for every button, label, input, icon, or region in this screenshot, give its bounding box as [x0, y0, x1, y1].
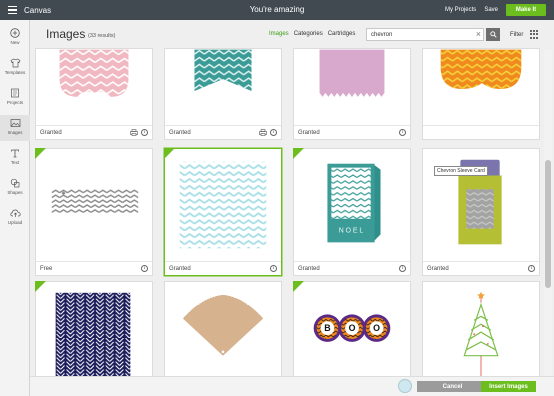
- card-image: [179, 161, 267, 249]
- insert-images-button[interactable]: Insert Images: [481, 381, 536, 392]
- make-it-button[interactable]: Make It: [506, 4, 546, 16]
- card-noel-text: N O E L: [339, 228, 364, 235]
- plus-circle-icon: [10, 28, 20, 38]
- boo-letter-b: B: [324, 323, 330, 333]
- sidebar-item-label: Projects: [6, 100, 24, 105]
- info-icon[interactable]: i: [141, 129, 148, 136]
- image-grid: Granted i Granted i Granted i Free i Gra…: [30, 48, 540, 393]
- image-card-selected[interactable]: Granted i: [164, 148, 282, 276]
- filter-button[interactable]: Filter: [510, 32, 523, 38]
- sidebar-item-label: Upload: [7, 220, 23, 225]
- image-card[interactable]: Free i: [35, 148, 153, 276]
- card-image: [59, 49, 129, 97]
- card-image: [194, 49, 252, 91]
- image-card[interactable]: Granted i: [293, 48, 411, 140]
- sidebar-item-new[interactable]: New: [0, 28, 30, 45]
- search-value: chevron: [371, 32, 393, 38]
- save-link[interactable]: Save: [484, 7, 498, 13]
- card-image: [319, 49, 385, 97]
- action-bar: Cancel Insert Images: [30, 376, 554, 396]
- printer-icon: [259, 129, 267, 136]
- status-label: Granted: [40, 129, 62, 136]
- upload-cloud-icon: [9, 209, 21, 217]
- shirt-icon: [10, 58, 20, 68]
- status-label: Granted: [427, 265, 449, 272]
- menu-icon[interactable]: [0, 0, 17, 20]
- sidebar-item-upload[interactable]: Upload: [0, 208, 30, 225]
- top-actions: My Projects Save Make It: [445, 0, 546, 20]
- top-bar: Canvas You're amazing My Projects Save M…: [0, 0, 554, 20]
- card-footer: [423, 125, 539, 139]
- card-image: N O E L: [327, 163, 381, 243]
- sidebar-item-label: Templates: [4, 70, 26, 75]
- boo-letters: B O O: [313, 314, 391, 342]
- info-icon[interactable]: i: [399, 265, 406, 272]
- sidebar-item-images[interactable]: Images: [0, 115, 30, 141]
- sidebar-item-templates[interactable]: Templates: [0, 58, 30, 75]
- card-footer: Granted i: [294, 125, 410, 139]
- image-card[interactable]: Granted i: [164, 48, 282, 140]
- card-footer: Granted i: [423, 261, 539, 275]
- result-count: (33 results): [88, 33, 116, 39]
- selected-image-preview[interactable]: [398, 379, 412, 393]
- grid-scrollbar[interactable]: [544, 50, 552, 395]
- image-tooltip: Chevron Sleeve Card: [434, 166, 488, 176]
- printer-icon: [130, 129, 138, 136]
- status-label: Granted: [169, 129, 191, 136]
- sidebar-item-projects[interactable]: Projects: [0, 88, 30, 105]
- status-label: Granted: [169, 265, 191, 272]
- info-icon[interactable]: i: [270, 129, 277, 136]
- card-image: [51, 189, 139, 213]
- card-footer: Granted i: [165, 261, 281, 275]
- text-icon: [11, 149, 19, 158]
- tab-images[interactable]: Images: [269, 31, 289, 37]
- image-card[interactable]: Granted i: [35, 48, 153, 140]
- sidebar-item-label: Shapes: [7, 190, 23, 195]
- search-icon: [489, 31, 497, 38]
- sidebar-item-label: Images: [7, 130, 23, 135]
- status-label: Granted: [298, 265, 320, 272]
- view-tabs: Images Categories Cartridges: [269, 31, 355, 37]
- left-toolbar: New Templates Projects Images Text Shape…: [0, 20, 30, 396]
- info-icon[interactable]: i: [270, 265, 277, 272]
- info-icon[interactable]: i: [528, 265, 535, 272]
- tab-categories[interactable]: Categories: [294, 31, 323, 37]
- boo-letter-o: O: [373, 323, 380, 333]
- sidebar-item-label: Text: [10, 160, 20, 165]
- card-image: [440, 49, 522, 89]
- page-title: Images: [46, 27, 86, 41]
- app-title: Canvas: [24, 5, 52, 15]
- sidebar-item-label: New: [10, 40, 20, 45]
- clear-icon[interactable]: ×: [476, 30, 481, 39]
- image-icon: [10, 119, 20, 127]
- images-panel: Images (33 results) Images Categories Ca…: [30, 20, 554, 396]
- shapes-icon: [10, 178, 20, 188]
- card-footer: Granted i: [294, 261, 410, 275]
- projects-icon: [11, 88, 19, 98]
- status-label: Granted: [298, 129, 320, 136]
- scrollbar-thumb[interactable]: [545, 160, 551, 288]
- card-footer: Free i: [36, 261, 152, 275]
- cancel-button[interactable]: Cancel: [417, 381, 488, 392]
- sidebar-item-shapes[interactable]: Shapes: [0, 178, 30, 195]
- card-footer: Granted i: [36, 125, 152, 139]
- search-input[interactable]: chevron ×: [366, 28, 484, 41]
- card-footer: Granted i: [165, 125, 281, 139]
- info-icon[interactable]: i: [141, 265, 148, 272]
- sidebar-item-text[interactable]: Text: [0, 148, 30, 165]
- boo-letter-o: O: [349, 323, 356, 333]
- search-button[interactable]: [486, 28, 500, 41]
- image-card[interactable]: N O E L Granted i: [293, 148, 411, 276]
- status-label: Free: [40, 265, 53, 272]
- tab-cartridges[interactable]: Cartridges: [328, 31, 356, 37]
- image-card[interactable]: [422, 48, 540, 140]
- info-icon[interactable]: i: [399, 129, 406, 136]
- grid-view-icon[interactable]: [530, 30, 539, 39]
- my-projects-link[interactable]: My Projects: [445, 7, 476, 13]
